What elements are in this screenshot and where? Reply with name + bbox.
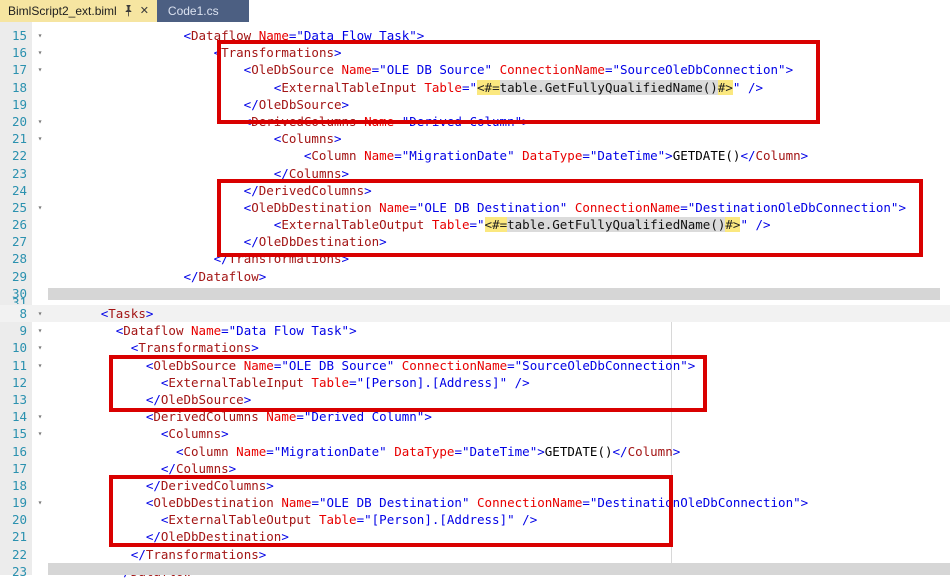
- code-line: 21▾ <Columns>: [0, 130, 950, 147]
- code-text[interactable]: <Columns>: [48, 425, 229, 442]
- fold-margin: [32, 477, 48, 494]
- line-number[interactable]: 8: [0, 305, 32, 322]
- fold-collapse-icon[interactable]: ▾: [32, 339, 48, 356]
- line-number[interactable]: 9: [0, 322, 32, 339]
- code-line: 8▾ <Tasks>: [0, 305, 950, 322]
- line-number[interactable]: 13: [0, 391, 32, 408]
- line-number[interactable]: 12: [0, 374, 32, 391]
- line-number[interactable]: 17: [0, 61, 32, 78]
- fold-collapse-icon[interactable]: ▾: [32, 305, 48, 322]
- annotation-box-source-bottom: [109, 355, 707, 412]
- tab-bimlscript2-ext-biml[interactable]: BimlScript2_ext.biml ✕: [0, 0, 157, 22]
- line-number[interactable]: 25: [0, 199, 32, 216]
- line-number[interactable]: 20: [0, 113, 32, 130]
- line-number[interactable]: 22: [0, 546, 32, 563]
- clipped-line-number: 31: [0, 296, 32, 304]
- line-number[interactable]: 14: [0, 408, 32, 425]
- fold-margin: [32, 165, 48, 182]
- line-number[interactable]: 15: [0, 27, 32, 44]
- annotation-box-source-top: [217, 40, 820, 124]
- code-text[interactable]: <Column Name="MigrationDate" DataType="D…: [48, 147, 808, 164]
- fold-margin: [32, 233, 48, 250]
- fold-margin: [32, 182, 48, 199]
- code-text[interactable]: <Tasks>: [48, 305, 153, 322]
- fold-margin: [32, 391, 48, 408]
- fold-margin: [32, 443, 48, 460]
- fold-collapse-icon[interactable]: ▾: [32, 44, 48, 61]
- line-number[interactable]: 17: [0, 460, 32, 477]
- line-number[interactable]: 19: [0, 96, 32, 113]
- code-text[interactable]: <Columns>: [48, 130, 342, 147]
- line-number[interactable]: 23: [0, 165, 32, 182]
- fold-collapse-icon[interactable]: ▾: [32, 408, 48, 425]
- fold-margin: [32, 563, 48, 580]
- code-line: 9▾ <Dataflow Name="Data Flow Task">: [0, 322, 950, 339]
- line-number[interactable]: 29: [0, 268, 32, 285]
- line-number[interactable]: 10: [0, 339, 32, 356]
- fold-margin: [32, 147, 48, 164]
- tab-bar: BimlScript2_ext.biml ✕ Code1.cs: [0, 0, 950, 22]
- fold-collapse-icon[interactable]: ▾: [32, 113, 48, 130]
- fold-margin: [32, 79, 48, 96]
- horizontal-scrollbar-top[interactable]: [48, 288, 940, 300]
- fold-margin: [32, 374, 48, 391]
- fold-margin: [32, 546, 48, 563]
- line-number[interactable]: 15: [0, 425, 32, 442]
- fold-margin: [32, 528, 48, 545]
- code-line: 29 </Dataflow>: [0, 268, 950, 285]
- fold-margin: [32, 511, 48, 528]
- fold-margin: [32, 250, 48, 267]
- line-number[interactable]: 28: [0, 250, 32, 267]
- code-line: 10▾ <Transformations>: [0, 339, 950, 356]
- line-number[interactable]: 11: [0, 357, 32, 374]
- fold-margin: [32, 268, 48, 285]
- fold-collapse-icon[interactable]: ▾: [32, 322, 48, 339]
- code-line: 22 </Transformations>: [0, 546, 950, 563]
- code-line: 22 <Column Name="MigrationDate" DataType…: [0, 147, 950, 164]
- fold-collapse-icon[interactable]: ▾: [32, 357, 48, 374]
- line-number[interactable]: 22: [0, 147, 32, 164]
- line-number[interactable]: 26: [0, 216, 32, 233]
- close-icon[interactable]: ✕: [140, 0, 149, 22]
- code-text[interactable]: </Dataflow>: [48, 268, 266, 285]
- fold-collapse-icon[interactable]: ▾: [32, 61, 48, 78]
- tab-label: BimlScript2_ext.biml: [8, 4, 117, 18]
- code-line: 16 <Column Name="MigrationDate" DataType…: [0, 443, 950, 460]
- fold-margin: [32, 285, 48, 302]
- code-text[interactable]: </Transformations>: [48, 546, 266, 563]
- tab-label: Code1.cs: [168, 4, 219, 18]
- pin-icon[interactable]: [124, 5, 133, 17]
- line-number[interactable]: 27: [0, 233, 32, 250]
- code-text[interactable]: <Transformations>: [48, 339, 259, 356]
- fold-collapse-icon[interactable]: ▾: [32, 199, 48, 216]
- code-line: 15▾ <Columns>: [0, 425, 950, 442]
- annotation-box-destination-bottom: [109, 475, 673, 547]
- tab-code1-cs[interactable]: Code1.cs: [157, 0, 249, 22]
- fold-collapse-icon[interactable]: ▾: [32, 27, 48, 44]
- line-number[interactable]: 20: [0, 511, 32, 528]
- fold-collapse-icon[interactable]: ▾: [32, 425, 48, 442]
- horizontal-scrollbar-bottom[interactable]: [48, 563, 950, 575]
- line-number[interactable]: 21: [0, 130, 32, 147]
- fold-margin: [32, 96, 48, 113]
- line-number[interactable]: 18: [0, 477, 32, 494]
- code-text[interactable]: <Column Name="MigrationDate" DataType="D…: [48, 443, 680, 460]
- line-number[interactable]: 19: [0, 494, 32, 511]
- line-number[interactable]: 23: [0, 563, 32, 580]
- fold-collapse-icon[interactable]: ▾: [32, 494, 48, 511]
- line-number[interactable]: 21: [0, 528, 32, 545]
- fold-collapse-icon[interactable]: ▾: [32, 130, 48, 147]
- fold-margin: [32, 216, 48, 233]
- fold-margin: [32, 460, 48, 477]
- line-number[interactable]: 16: [0, 443, 32, 460]
- line-number[interactable]: 24: [0, 182, 32, 199]
- line-number[interactable]: 16: [0, 44, 32, 61]
- annotation-box-destination-top: [217, 179, 923, 257]
- code-text[interactable]: <Dataflow Name="Data Flow Task">: [48, 322, 357, 339]
- line-number[interactable]: 18: [0, 79, 32, 96]
